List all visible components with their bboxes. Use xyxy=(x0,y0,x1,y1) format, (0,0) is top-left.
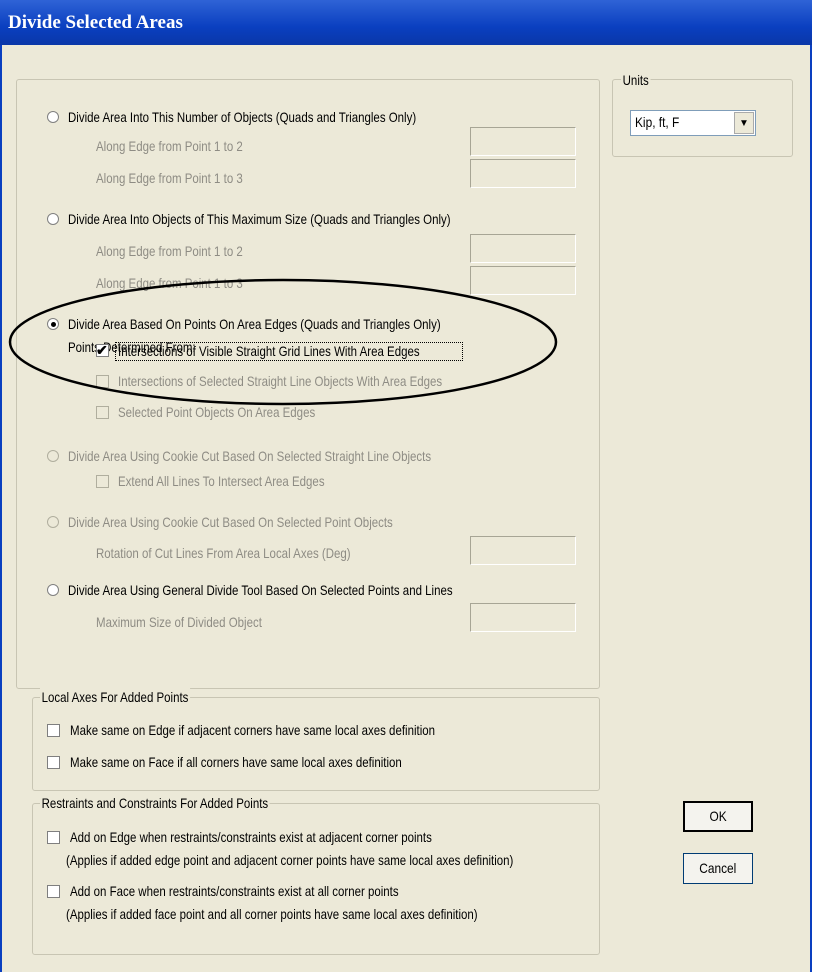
cancel-button[interactable]: Cancel xyxy=(683,853,753,884)
units-label: Units xyxy=(621,71,651,89)
restraints-face-note: (Applies if added face point and all cor… xyxy=(66,906,478,922)
max-size-label: Maximum Size of Divided Object xyxy=(96,614,262,630)
checkbox-restraints-face[interactable] xyxy=(47,885,60,898)
checkbox-restraints-edge-label[interactable]: Add on Edge when restraints/constraints … xyxy=(70,828,432,846)
max-size-input[interactable] xyxy=(470,603,576,632)
local-axes-title: Local Axes For Added Points xyxy=(40,688,191,706)
checkbox-axes-face[interactable] xyxy=(47,756,60,769)
ok-button-label: OK xyxy=(709,808,727,824)
checkbox-axes-edge-label[interactable]: Make same on Edge if adjacent corners ha… xyxy=(70,721,435,739)
units-select[interactable]: Kip, ft, F ▼ xyxy=(630,110,756,136)
radio-general-divide[interactable] xyxy=(47,584,59,596)
chevron-down-icon[interactable]: ▼ xyxy=(734,112,754,134)
checkbox-axes-edge[interactable] xyxy=(47,724,60,737)
radio-general-divide-label[interactable]: Divide Area Using General Divide Tool Ba… xyxy=(68,581,453,599)
local-axes-group xyxy=(32,697,600,791)
checkbox-axes-face-label[interactable]: Make same on Face if all corners have sa… xyxy=(70,753,402,771)
restraints-title: Restraints and Constraints For Added Poi… xyxy=(40,794,270,812)
checkbox-restraints-edge[interactable] xyxy=(47,831,60,844)
rotation-input[interactable] xyxy=(470,536,576,565)
restraints-edge-note: (Applies if added edge point and adjacen… xyxy=(66,852,514,868)
dialog-body: Divide Area Into This Number of Objects … xyxy=(0,45,812,972)
ok-button[interactable]: OK xyxy=(683,801,753,832)
window-title: Divide Selected Areas xyxy=(0,0,812,45)
checkbox-restraints-face-label[interactable]: Add on Face when restraints/constraints … xyxy=(70,882,399,900)
units-selected-value: Kip, ft, F xyxy=(635,114,680,130)
rotation-label: Rotation of Cut Lines From Area Local Ax… xyxy=(96,545,351,561)
restraints-group xyxy=(32,803,600,955)
cancel-button-label: Cancel xyxy=(699,860,737,876)
divide-selected-areas-dialog: Divide Selected Areas Divide Area Into T… xyxy=(0,0,819,972)
